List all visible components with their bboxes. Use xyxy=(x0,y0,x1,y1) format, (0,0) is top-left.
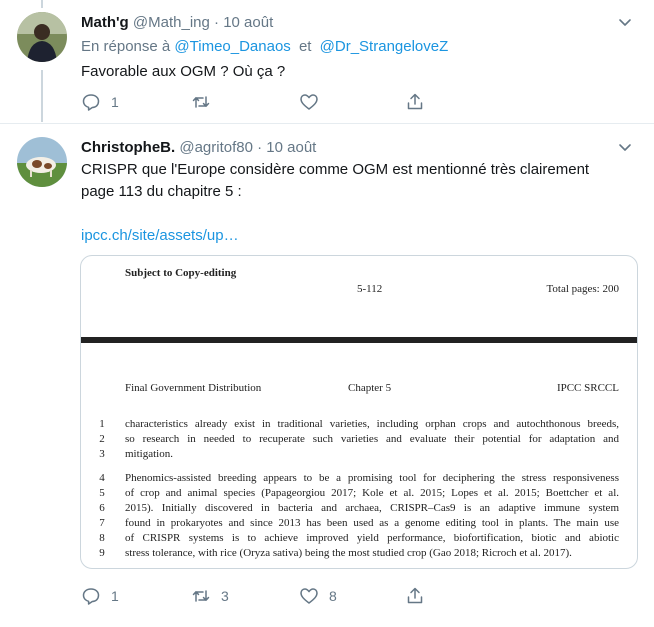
retweet-count: 3 xyxy=(221,588,229,604)
display-name[interactable]: ChristopheB. xyxy=(81,139,175,156)
share-icon xyxy=(407,93,423,110)
retweet-icon xyxy=(192,590,210,602)
line-text: of crop and animal species (Papageorgiou… xyxy=(125,487,619,499)
tweet-header: ChristopheB. @agritof80 · 10 août xyxy=(81,139,316,156)
reply-user-link[interactable]: @Timeo_Danaos xyxy=(174,38,290,55)
tweet-text: Favorable aux OGM ? Où ça ? xyxy=(81,63,286,80)
like-button[interactable]: 8 xyxy=(299,586,337,606)
separator-dot: · xyxy=(214,14,220,31)
user-handle[interactable]: @agritof80 xyxy=(179,139,253,156)
doc-page-ref: 5-112 xyxy=(357,283,383,295)
line-number: 3 xyxy=(99,448,105,460)
line-number: 8 xyxy=(99,532,105,544)
display-name[interactable]: Math'g xyxy=(81,14,129,31)
line-text: Phenomics-assisted breeding appears to b… xyxy=(125,472,619,484)
like-icon xyxy=(300,94,318,110)
avatar[interactable] xyxy=(17,137,67,187)
doc-line: 4 Phenomics-assisted breeding appears to … xyxy=(81,472,637,486)
reply-user-link[interactable]: @Dr_StrangeloveZ xyxy=(320,38,449,55)
line-number: 7 xyxy=(99,517,105,529)
line-number: 5 xyxy=(99,487,105,499)
doc-line: 5 of crop and animal species (Papageorgio… xyxy=(81,487,637,501)
line-number: 9 xyxy=(99,547,105,559)
line-text: mitigation. xyxy=(125,448,173,460)
share-button[interactable] xyxy=(405,92,425,112)
like-count: 8 xyxy=(329,588,337,604)
doc-chapter: Chapter 5 xyxy=(348,382,392,394)
doc-line: 1 characteristics already exist in tradit… xyxy=(81,418,637,432)
tweet-actions: 1 xyxy=(81,92,621,116)
tweet-text-line: CRISPR que l'Europe considère comme OGM … xyxy=(81,161,590,178)
tweet-christopheb[interactable]: ChristopheB. @agritof80 · 10 août CRISPR… xyxy=(0,124,654,627)
tweet-link[interactable]: ipcc.ch/site/assets/up… xyxy=(81,225,641,247)
share-icon xyxy=(407,587,423,604)
doc-line: 8 of CRISPR systems is to achieve improve… xyxy=(81,532,637,546)
line-text: 2015). Initially discovered in bacteria … xyxy=(125,502,619,514)
reply-prefix: En réponse à xyxy=(81,38,171,55)
reply-count: 1 xyxy=(111,588,119,604)
reply-context: En réponse à @Timeo_Danaos et @Dr_Strang… xyxy=(81,38,448,55)
doc-line: 7 found in prokaryotes and since 2013 has… xyxy=(81,517,637,531)
line-number: 4 xyxy=(99,472,105,484)
line-text: of CRISPR systems is to achieve improved… xyxy=(125,532,619,544)
doc-total-pages: Total pages: 200 xyxy=(546,283,619,295)
line-text: stress tolerance, with rice (Oryza sativ… xyxy=(125,547,572,559)
reply-button[interactable]: 1 xyxy=(81,92,119,112)
tweet-text: CRISPR que l'Europe considère comme OGM … xyxy=(81,159,641,247)
separator-dot: · xyxy=(257,139,263,156)
document-preview-card[interactable]: Subject to Copy-editing 5-112 Total page… xyxy=(80,255,638,569)
doc-distribution: Final Government Distribution xyxy=(125,382,262,394)
reply-icon xyxy=(82,588,100,605)
reply-icon xyxy=(82,94,100,111)
doc-line: 3 mitigation. xyxy=(81,448,637,462)
caret-down-icon[interactable] xyxy=(618,141,632,155)
retweet-button[interactable] xyxy=(191,92,221,112)
line-text: found in prokaryotes and since 2013 has … xyxy=(125,517,619,529)
doc-line: 9 stress tolerance, with rice (Oryza sati… xyxy=(81,547,637,561)
tweet-text-line: page 113 du chapitre 5 : xyxy=(81,183,242,200)
user-handle[interactable]: @Math_ing xyxy=(133,14,210,31)
retweet-button[interactable]: 3 xyxy=(191,586,229,606)
tweet-date[interactable]: 10 août xyxy=(223,14,273,31)
doc-subject: Subject to Copy-editing xyxy=(125,267,237,279)
line-number: 1 xyxy=(99,418,105,430)
reply-and: et xyxy=(298,38,312,55)
like-button[interactable] xyxy=(299,92,329,112)
tweet-actions: 1 3 8 xyxy=(81,586,621,610)
doc-line: 2 so research in needed to recuperate suc… xyxy=(81,433,637,447)
share-button[interactable] xyxy=(405,586,425,606)
tweet-header: Math'g @Math_ing · 10 août xyxy=(81,14,273,31)
doc-separator-bar xyxy=(81,337,637,343)
line-text: so research in needed to recuperate such… xyxy=(125,433,619,445)
doc-line: 6 2015). Initially discovered in bacteria… xyxy=(81,502,637,516)
caret-down-icon[interactable] xyxy=(618,16,632,30)
tweet-math-g[interactable]: Math'g @Math_ing · 10 août En réponse à … xyxy=(0,0,654,122)
line-number: 2 xyxy=(99,433,105,445)
line-text: characteristics already exist in traditi… xyxy=(125,418,619,430)
reply-count: 1 xyxy=(111,94,119,110)
like-icon xyxy=(300,588,318,604)
reply-button[interactable]: 1 xyxy=(81,586,119,606)
doc-report-name: IPCC SRCCL xyxy=(556,382,619,394)
line-number: 6 xyxy=(99,502,105,514)
retweet-icon xyxy=(192,96,210,108)
tweet-date[interactable]: 10 août xyxy=(266,139,316,156)
avatar[interactable] xyxy=(17,12,67,62)
